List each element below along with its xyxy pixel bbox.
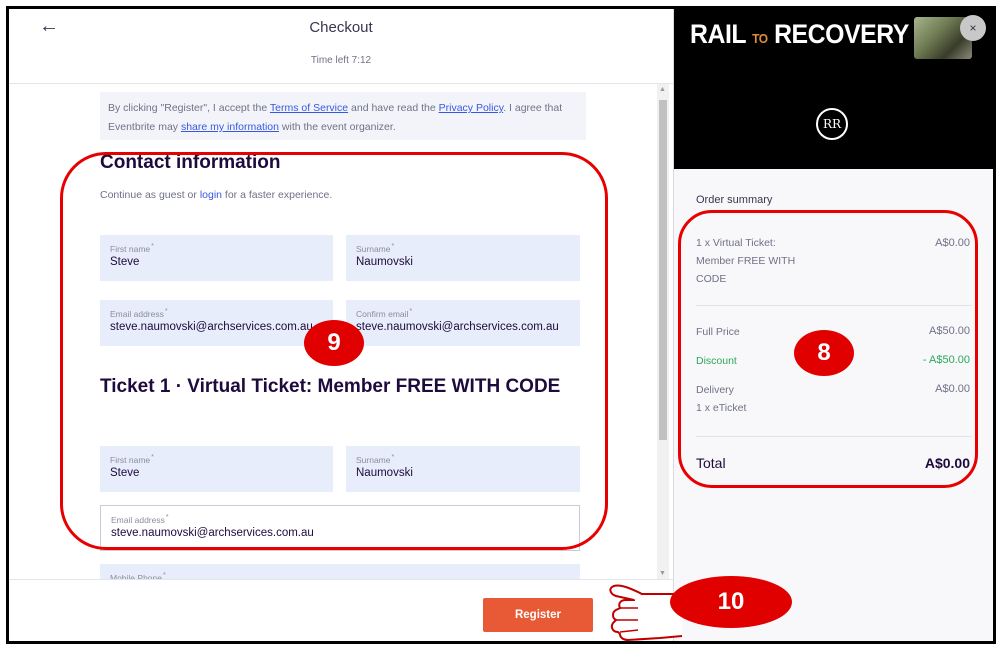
- ticket-mobile-phone-field[interactable]: Mobile Phone: [100, 564, 580, 579]
- banner-rail: RAIL: [690, 19, 746, 49]
- checkout-footer: Register: [9, 579, 673, 641]
- page-title: Checkout: [309, 19, 373, 36]
- organizer-logo: RR: [816, 108, 848, 140]
- hand-pointer-icon: [609, 584, 683, 642]
- banner-recovery: RECOVERY: [774, 19, 909, 49]
- mobile-phone-label: Mobile Phone: [110, 570, 570, 579]
- form-scrollbar[interactable]: ▲ ▼: [657, 84, 669, 579]
- terms-text-4: with the event organizer.: [279, 121, 396, 133]
- terms-notice: By clicking "Register", I accept the Ter…: [100, 92, 586, 140]
- scrollbar-thumb[interactable]: [659, 100, 667, 440]
- terms-text-1: By clicking "Register", I accept the: [108, 102, 270, 114]
- share-info-link[interactable]: share my information: [181, 121, 279, 133]
- event-banner: RAIL TO RECOVERY × RR: [674, 9, 993, 169]
- close-icon[interactable]: ×: [960, 15, 986, 41]
- scroll-down-icon[interactable]: ▼: [659, 570, 666, 577]
- annotation-badge-9: 9: [304, 320, 364, 366]
- order-summary-title: Order summary: [696, 194, 773, 206]
- scroll-up-icon[interactable]: ▲: [659, 86, 666, 93]
- time-left: Time left 7:12: [310, 55, 372, 66]
- banner-to: TO: [752, 31, 768, 46]
- event-logo-title: RAIL TO RECOVERY: [690, 19, 909, 50]
- annotation-badge-8: 8: [794, 330, 854, 376]
- register-button[interactable]: Register: [483, 598, 593, 632]
- terms-text-2: and have read the: [348, 102, 439, 114]
- terms-of-service-link[interactable]: Terms of Service: [270, 102, 348, 114]
- annotation-badge-10: 10: [670, 576, 792, 628]
- checkout-header: ← Checkout Time left 7:12: [9, 9, 673, 84]
- privacy-policy-link[interactable]: Privacy Policy: [439, 102, 504, 114]
